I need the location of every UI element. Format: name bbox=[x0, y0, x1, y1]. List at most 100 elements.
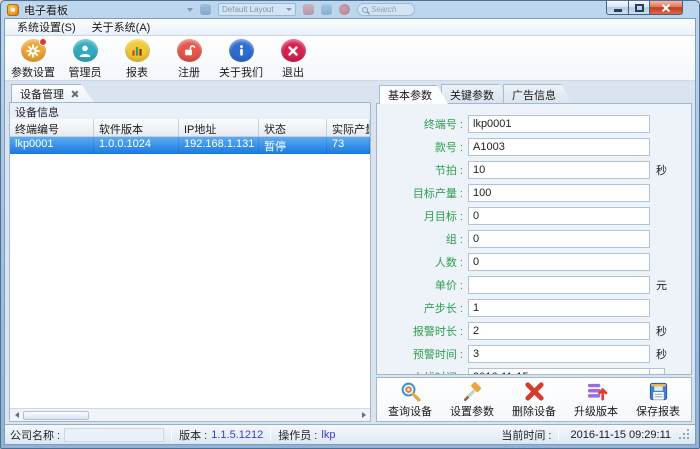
toolbar-exit[interactable]: 退出 bbox=[267, 38, 319, 80]
alarm-duration-field[interactable] bbox=[468, 322, 650, 340]
app-window: 电子看板 Default Layout Search 系统设置(S) bbox=[0, 0, 700, 449]
save-report-button[interactable]: 保存报表 bbox=[627, 380, 689, 419]
menubar: 系统设置(S) 关于系统(A) bbox=[5, 19, 695, 36]
maximize-icon bbox=[635, 4, 644, 12]
col-ip-address[interactable]: IP地址 bbox=[179, 119, 259, 136]
field-label: 预警时间 : bbox=[377, 346, 463, 362]
device-info-group: 设备信息 终端编号 软件版本 IP地址 状态 实际产量 lkp0001 1.0.… bbox=[9, 102, 371, 422]
separator bbox=[171, 428, 172, 441]
headcount-field[interactable] bbox=[468, 253, 650, 271]
client-area: 系统设置(S) 关于系统(A) 参数设置 管理员 bbox=[4, 18, 696, 445]
tab-key-params[interactable]: 关键参数 bbox=[441, 84, 510, 103]
online-date-field[interactable] bbox=[468, 368, 650, 376]
resize-grip[interactable] bbox=[679, 429, 690, 440]
close-button[interactable] bbox=[649, 1, 683, 15]
upgrade-icon bbox=[585, 380, 608, 403]
minimize-button[interactable] bbox=[606, 1, 629, 15]
target-output-field[interactable] bbox=[468, 184, 650, 202]
chart-icon bbox=[125, 39, 150, 62]
gavel-icon bbox=[461, 380, 484, 403]
group-title: 设备信息 bbox=[10, 103, 370, 119]
style-no-field[interactable] bbox=[468, 138, 650, 156]
table-row[interactable]: lkp0001 1.0.0.1024 192.168.1.131 暂停 73 bbox=[10, 137, 370, 154]
company-label: 公司名称 : bbox=[10, 427, 60, 443]
toolbar-admin[interactable]: 管理员 bbox=[59, 38, 111, 80]
time-value: 2016-11-15 09:29:11 bbox=[570, 429, 671, 441]
warning-time-field[interactable] bbox=[468, 345, 650, 363]
scrollbar-thumb[interactable] bbox=[23, 411, 89, 420]
field-label: 目标产量 : bbox=[377, 185, 463, 201]
output-step-field[interactable] bbox=[468, 299, 650, 317]
button-label: 查询设备 bbox=[388, 403, 432, 419]
col-actual-output[interactable]: 实际产量 bbox=[327, 119, 370, 136]
person-icon bbox=[73, 39, 98, 62]
field-label: 月目标 : bbox=[377, 208, 463, 224]
field-label: 报警时长 : bbox=[377, 323, 463, 339]
notification-badge bbox=[39, 38, 47, 46]
cell-actual-output: 73 bbox=[327, 137, 370, 154]
overlay-tool-icon bbox=[321, 4, 332, 15]
tab-device-management[interactable]: 设备管理 bbox=[11, 84, 94, 102]
button-label: 保存报表 bbox=[636, 403, 680, 419]
month-target-field[interactable] bbox=[468, 207, 650, 225]
field-unit: 秒 bbox=[656, 162, 667, 178]
upgrade-version-button[interactable]: 升级版本 bbox=[565, 380, 627, 419]
col-status[interactable]: 状态 bbox=[259, 119, 327, 136]
search-icon bbox=[362, 7, 368, 13]
toolbar-label: 参数设置 bbox=[11, 64, 55, 80]
device-panel: 设备管理 设备信息 终端编号 软件版本 IP地址 状态 实际产量 lkp0001 bbox=[9, 83, 371, 422]
action-button-bar: 查询设备 设置参数 删除设备 升级版本 bbox=[376, 377, 692, 422]
gear-icon bbox=[21, 39, 46, 62]
unlock-icon bbox=[177, 39, 202, 62]
scroll-right-icon[interactable] bbox=[358, 410, 369, 421]
tab-basic-params[interactable]: 基本参数 bbox=[379, 85, 448, 104]
overlay-dropdown-caret-icon bbox=[187, 8, 193, 12]
form-row-terminal: 终端号 : bbox=[377, 112, 691, 135]
button-label: 设置参数 bbox=[450, 403, 494, 419]
maximize-button[interactable] bbox=[628, 1, 650, 15]
table-header: 终端编号 软件版本 IP地址 状态 实际产量 bbox=[10, 119, 370, 137]
cell-terminal-no: lkp0001 bbox=[10, 137, 94, 154]
parameter-tabs: 基本参数 关键参数 广告信息 bbox=[376, 83, 692, 103]
scroll-left-icon[interactable] bbox=[11, 410, 22, 421]
titlebar[interactable]: 电子看板 Default Layout Search bbox=[1, 1, 699, 18]
date-dropdown-icon[interactable] bbox=[649, 368, 665, 376]
app-icon bbox=[7, 4, 19, 16]
col-terminal-no[interactable]: 终端编号 bbox=[10, 119, 94, 136]
query-device-button[interactable]: 查询设备 bbox=[379, 380, 441, 419]
form-row-output-step: 产步长 : bbox=[377, 296, 691, 319]
time-label: 当前时间 : bbox=[501, 427, 551, 443]
overlay-search-box: Search bbox=[357, 3, 415, 16]
terminal-no-field[interactable] bbox=[468, 115, 650, 133]
basic-params-form: 终端号 : 款号 : 节拍 : 秒 目标产 bbox=[376, 103, 692, 375]
toolbar-report[interactable]: 报表 bbox=[111, 38, 163, 80]
toolbar-register[interactable]: 注册 bbox=[163, 38, 215, 80]
toolbar-param-settings[interactable]: 参数设置 bbox=[7, 38, 59, 80]
form-row-group: 组 : bbox=[377, 227, 691, 250]
tab-close-icon[interactable] bbox=[71, 90, 78, 97]
delete-device-button[interactable]: 删除设备 bbox=[503, 380, 565, 419]
menu-system-settings[interactable]: 系统设置(S) bbox=[9, 18, 84, 36]
overlay-app-icon bbox=[200, 4, 211, 15]
save-icon bbox=[647, 380, 670, 403]
tab-ad-info[interactable]: 广告信息 bbox=[503, 84, 572, 103]
takt-field[interactable] bbox=[468, 161, 650, 179]
table-empty-area bbox=[10, 154, 370, 408]
exit-icon bbox=[281, 39, 306, 62]
col-software-version[interactable]: 软件版本 bbox=[94, 119, 179, 136]
document-tabstrip: 设备管理 bbox=[9, 83, 371, 102]
overlay-tool-icon bbox=[303, 4, 314, 15]
horizontal-scrollbar[interactable] bbox=[10, 408, 370, 421]
recorder-overlay: Default Layout Search bbox=[187, 3, 415, 16]
field-label: 人数 : bbox=[377, 254, 463, 270]
magnifier-icon bbox=[399, 380, 422, 403]
menu-about-system[interactable]: 关于系统(A) bbox=[84, 18, 159, 36]
unit-price-field[interactable] bbox=[468, 276, 650, 294]
cell-software-version: 1.0.0.1024 bbox=[94, 137, 179, 154]
content-area: 设备管理 设备信息 终端编号 软件版本 IP地址 状态 实际产量 lkp0001 bbox=[5, 81, 695, 424]
search-placeholder: Search bbox=[371, 5, 396, 14]
toolbar-about[interactable]: 关于我们 bbox=[215, 38, 267, 80]
group-field[interactable] bbox=[468, 230, 650, 248]
statusbar: 公司名称 : 版本 : 1.1.5.1212 操作员 : lkp 当前时间 : … bbox=[5, 424, 695, 444]
set-params-button[interactable]: 设置参数 bbox=[441, 380, 503, 419]
